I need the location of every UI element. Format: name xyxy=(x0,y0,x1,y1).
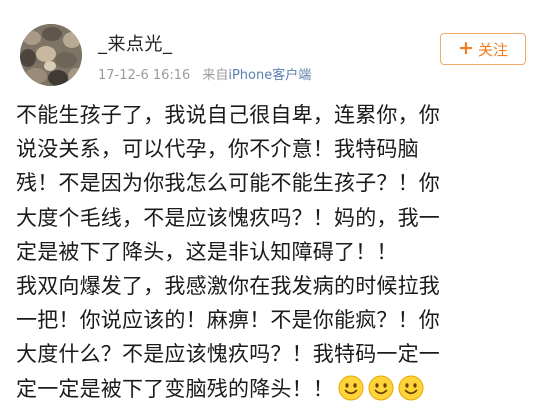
post-line: 大度个毛线，不是应该愧疚吗？！妈的，我一 xyxy=(16,205,440,230)
post-line: 我双向爆发了，我感激你在我发病的时候拉我 xyxy=(16,273,440,298)
post-line: 不能生孩子了，我说自己很自卑，连累你，你 xyxy=(16,103,440,127)
post-last-line: 定一定是被下了变脑残的降头！！ xyxy=(16,372,536,406)
post-meta: 17-12-6 16:16 来自iPhone客户端 xyxy=(98,64,311,83)
post-body: 不能生孩子了，我说自己很自卑，连累你，你 说没关系，可以代孕，你不介意！我特码脑… xyxy=(16,98,536,406)
avatar-image-icon xyxy=(20,24,82,86)
post-timestamp: 17-12-6 16:16 xyxy=(98,68,191,83)
post-line: 定是被下了降头，这是非认知障碍了！！ xyxy=(16,239,398,264)
post-source-device[interactable]: iPhone客户端 xyxy=(228,68,311,83)
plus-icon: + xyxy=(458,36,474,59)
post-line: 一把！你说应该的！麻痹！不是你能疯？！你 xyxy=(16,308,440,333)
follow-button-label: 关注 xyxy=(477,40,508,59)
username[interactable]: _来点光_ xyxy=(98,30,173,56)
post-line: 说没关系，可以代孕，你不介意！我特码脑 xyxy=(16,137,419,162)
post-line: 定一定是被下了变脑残的降头！！ xyxy=(16,376,334,401)
follow-button[interactable]: + 关注 xyxy=(440,33,526,65)
smile-emoji-icon xyxy=(338,375,364,400)
post-line: 大度什么？不是应该愧疚吗？！我特码一定一 xyxy=(16,342,440,367)
post-line: 残！不是因为你我怎么可能不能生孩子？！你 xyxy=(16,171,440,196)
post-source-prefix: 来自 xyxy=(202,68,229,83)
smile-emoji-icon xyxy=(368,375,394,400)
weibo-post: _来点光_ 17-12-6 16:16 来自iPhone客户端 + 关注 不能生孩… xyxy=(0,0,550,415)
smile-emoji-icon xyxy=(398,375,424,400)
user-avatar[interactable] xyxy=(20,24,82,86)
